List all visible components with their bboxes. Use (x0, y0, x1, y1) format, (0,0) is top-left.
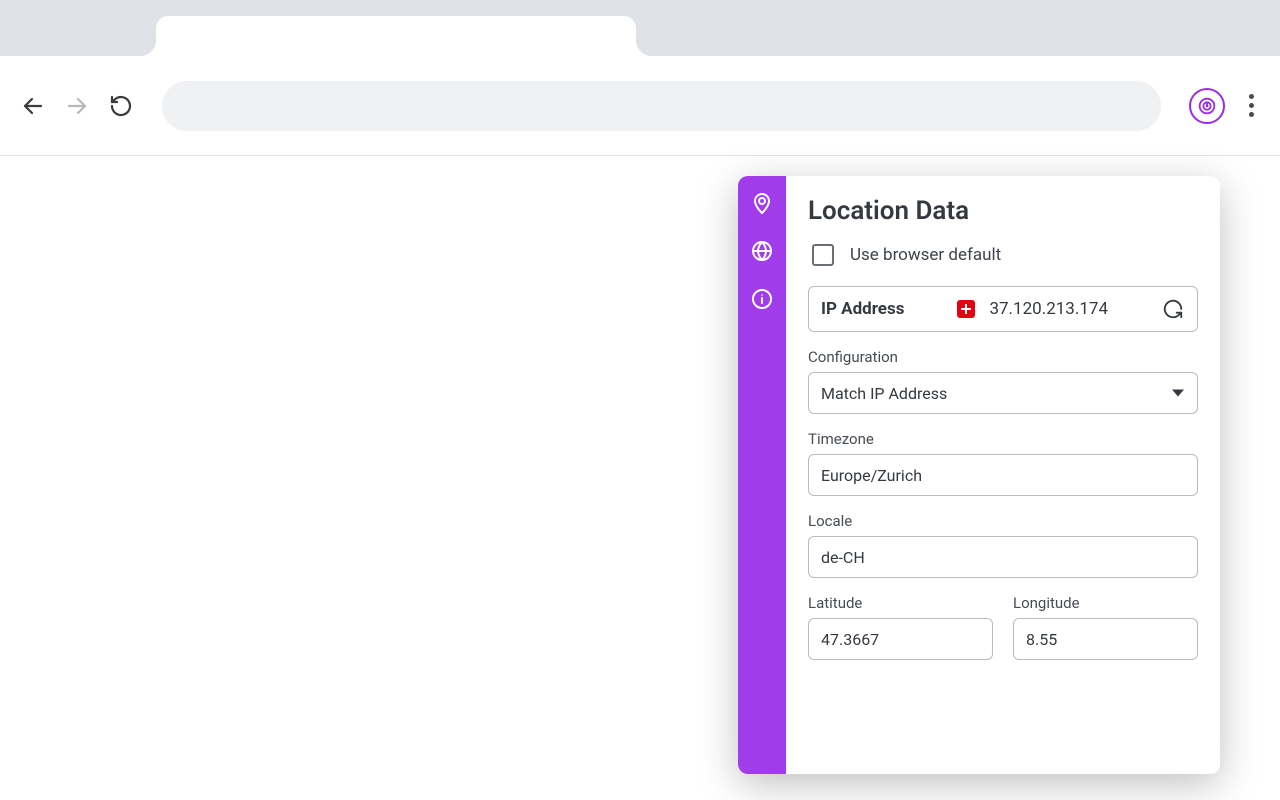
timezone-input[interactable] (808, 454, 1198, 496)
popup-sidebar (738, 176, 786, 774)
latlon-row: Latitude Longitude (808, 594, 1198, 660)
configuration-field: Configuration (808, 348, 1198, 414)
latitude-input[interactable] (808, 618, 993, 660)
use-default-label: Use browser default (850, 245, 1001, 265)
page-content: Location Data Use browser default IP Add… (0, 156, 1280, 800)
use-default-row: Use browser default (808, 244, 1198, 266)
latitude-label: Latitude (808, 594, 993, 612)
back-button[interactable] (20, 93, 46, 119)
ip-address-label: IP Address (821, 299, 904, 319)
locale-field: Locale (808, 512, 1198, 578)
reload-button[interactable] (108, 93, 134, 119)
ip-address-value: 37.120.213.174 (989, 299, 1108, 319)
locale-label: Locale (808, 512, 1198, 530)
configuration-label: Configuration (808, 348, 1198, 366)
longitude-label: Longitude (1013, 594, 1198, 612)
tab-strip (0, 0, 1280, 56)
info-tab-icon[interactable] (747, 284, 777, 314)
address-bar[interactable] (162, 81, 1161, 131)
ip-refresh-button[interactable] (1161, 297, 1185, 321)
latitude-field: Latitude (808, 594, 993, 660)
popup-title: Location Data (808, 196, 1198, 226)
extension-icon[interactable] (1189, 88, 1225, 124)
extension-popup: Location Data Use browser default IP Add… (738, 176, 1220, 774)
ip-address-row: IP Address 37.120.213.174 (808, 286, 1198, 332)
use-default-checkbox[interactable] (812, 244, 834, 266)
longitude-field: Longitude (1013, 594, 1198, 660)
browser-chrome (0, 0, 1280, 156)
globe-tab-icon[interactable] (747, 236, 777, 266)
timezone-label: Timezone (808, 430, 1198, 448)
chevron-down-icon (1172, 390, 1184, 397)
flag-icon (957, 300, 975, 318)
popup-body: Location Data Use browser default IP Add… (786, 176, 1220, 774)
active-tab[interactable] (156, 16, 636, 56)
configuration-select[interactable] (808, 372, 1198, 414)
location-tab-icon[interactable] (747, 188, 777, 218)
browser-toolbar (0, 56, 1280, 156)
browser-menu-button[interactable] (1243, 94, 1260, 117)
locale-input[interactable] (808, 536, 1198, 578)
longitude-input[interactable] (1013, 618, 1198, 660)
timezone-field: Timezone (808, 430, 1198, 496)
forward-button[interactable] (64, 93, 90, 119)
